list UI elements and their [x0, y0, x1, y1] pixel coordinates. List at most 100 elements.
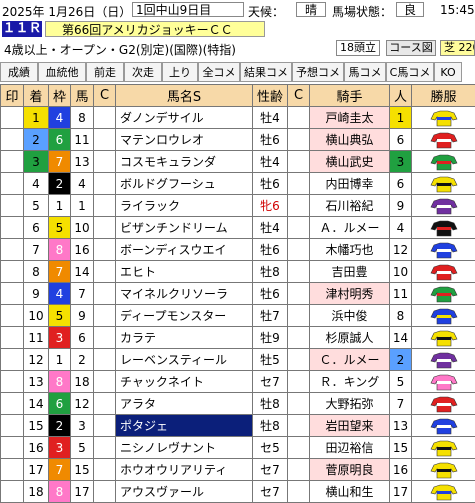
gate-cell: 3	[49, 437, 71, 459]
horse-number-cell: 10	[71, 217, 94, 239]
horse-name-cell[interactable]: ディープモンスター	[116, 305, 253, 327]
weather-value: 晴	[296, 2, 326, 17]
horse-name-cell[interactable]: コスモキュランダ	[116, 151, 253, 173]
c2-cell	[288, 415, 310, 437]
sex-age-cell: セ7	[253, 459, 288, 481]
column-header-8[interactable]: 騎手	[310, 85, 390, 107]
table-row[interactable]: 1059ディープモンスター牡7浜中俊8	[1, 305, 475, 327]
table-row[interactable]: 6510ビザンチンドリーム牡4Ａ．ルメー4	[1, 217, 475, 239]
table-row[interactable]: 3713コスモキュランダ牡4横山武史3	[1, 151, 475, 173]
silk-cell	[412, 239, 475, 261]
popularity-cell: 15	[390, 437, 412, 459]
table-row[interactable]: 1523ポタジェ牡8岩田望来13	[1, 415, 475, 437]
jockey-cell: 木幡巧也	[310, 239, 390, 261]
horse-name-cell[interactable]: ポタジェ	[116, 415, 253, 437]
column-header-3[interactable]: 馬	[71, 85, 94, 107]
meeting-select[interactable]: 1回中山9日目	[132, 2, 244, 17]
table-row[interactable]: 13818チャックネイトセ7Ｒ．キング5	[1, 371, 475, 393]
tab-4[interactable]: 上り	[162, 62, 198, 82]
tab-1[interactable]: 血統他	[38, 62, 86, 82]
table-row[interactable]: 947マイネルクリソーラ牡6津村明秀11	[1, 283, 475, 305]
horse-name-cell[interactable]: アラタ	[116, 393, 253, 415]
horse-name-cell[interactable]: ボルドグフーシュ	[116, 173, 253, 195]
tab-3[interactable]: 次走	[124, 62, 162, 82]
course-map-button[interactable]: コース図	[386, 40, 436, 56]
column-header-6[interactable]: 性齢	[253, 85, 288, 107]
gate-cell: 1	[49, 349, 71, 371]
table-row[interactable]: 1635ニシノレヴナントセ5田辺裕信15	[1, 437, 475, 459]
column-header-5[interactable]: 馬名S	[116, 85, 253, 107]
finish-cell: 14	[24, 393, 49, 415]
table-row[interactable]: 17715ホウオウリアリティセ7菅原明良16	[1, 459, 475, 481]
silk-icon	[430, 219, 458, 237]
sex-age-cell: 牡9	[253, 327, 288, 349]
column-header-1[interactable]: 着	[24, 85, 49, 107]
horse-number-cell: 3	[71, 415, 94, 437]
tab-5[interactable]: 全コメ	[198, 62, 240, 82]
c-cell	[94, 151, 116, 173]
horse-name-cell[interactable]: ダノンデサイル	[116, 107, 253, 129]
silk-cell	[412, 459, 475, 481]
column-header-10[interactable]: 勝服	[412, 85, 475, 107]
c2-cell	[288, 107, 310, 129]
race-conditions: 4歳以上・オープン・G2(別定)(国際)(特指)	[4, 41, 236, 58]
table-row[interactable]: 14612アラタ牡8大野拓弥7	[1, 393, 475, 415]
tab-10[interactable]: KO	[434, 62, 462, 82]
popularity-cell: 10	[390, 261, 412, 283]
tab-9[interactable]: C馬コメ	[386, 62, 434, 82]
horse-name-cell[interactable]: エヒト	[116, 261, 253, 283]
tab-8[interactable]: 馬コメ	[344, 62, 386, 82]
post-time: 15:45	[440, 3, 475, 17]
header-bar: 2025年 1月26日（日） 1回中山9日目 天候： 晴 馬場状態： 良 15:…	[0, 0, 475, 20]
silk-icon	[430, 307, 458, 325]
tab-7[interactable]: 予想コメ	[292, 62, 344, 82]
horse-name-cell[interactable]: カラテ	[116, 327, 253, 349]
table-row[interactable]: 1212レーベンスティール牡5Ｃ．ルメー2	[1, 349, 475, 371]
horse-name-cell[interactable]: ニシノレヴナント	[116, 437, 253, 459]
silk-icon	[430, 197, 458, 215]
table-row[interactable]: 8714エヒト牡8吉田豊10	[1, 261, 475, 283]
tab-6[interactable]: 結果コメ	[240, 62, 292, 82]
gate-cell: 7	[49, 261, 71, 283]
table-row[interactable]: 7816ボーンディスウエイ牡6木幡巧也12	[1, 239, 475, 261]
table-row[interactable]: 2611マテンロウレオ牡6横山典弘6	[1, 129, 475, 151]
column-header-7[interactable]: C	[288, 85, 310, 107]
popularity-cell: 3	[390, 151, 412, 173]
silk-cell	[412, 415, 475, 437]
table-row[interactable]: 1136カラテ牡9杉原誠人14	[1, 327, 475, 349]
tab-0[interactable]: 成績	[0, 62, 38, 82]
horse-name-cell[interactable]: ライラック	[116, 195, 253, 217]
horse-name-cell[interactable]: マテンロウレオ	[116, 129, 253, 151]
gate-cell: 7	[49, 459, 71, 481]
horse-name-cell[interactable]: チャックネイト	[116, 371, 253, 393]
horse-name-cell[interactable]: ボーンディスウエイ	[116, 239, 253, 261]
column-header-9[interactable]: 人	[390, 85, 412, 107]
tab-2[interactable]: 前走	[86, 62, 124, 82]
horse-name-cell[interactable]: ビザンチンドリーム	[116, 217, 253, 239]
race-number[interactable]: １１Ｒ	[2, 21, 42, 37]
silk-cell	[412, 283, 475, 305]
gate-cell: 1	[49, 195, 71, 217]
table-row[interactable]: 511ライラック牝6石川裕紀9	[1, 195, 475, 217]
c2-cell	[288, 305, 310, 327]
sex-age-cell: 牡5	[253, 349, 288, 371]
table-row[interactable]: 148ダノンデサイル牡4戸崎圭太1	[1, 107, 475, 129]
track-value: 良	[396, 2, 424, 17]
silk-icon	[430, 131, 458, 149]
mark-cell	[1, 129, 24, 151]
mark-cell	[1, 437, 24, 459]
sex-age-cell: 牡4	[253, 151, 288, 173]
table-row[interactable]: 424ボルドグフーシュ牡6内田博幸6	[1, 173, 475, 195]
column-header-0[interactable]: 印	[1, 85, 24, 107]
horse-name-cell[interactable]: ホウオウリアリティ	[116, 459, 253, 481]
race-conditions-bar: 4歳以上・オープン・G2(別定)(国際)(特指) 18頭立 コース図 芝 220…	[0, 38, 475, 58]
gate-cell: 2	[49, 415, 71, 437]
horse-name-cell[interactable]: レーベンスティール	[116, 349, 253, 371]
silk-cell	[412, 151, 475, 173]
horse-name-cell[interactable]: マイネルクリソーラ	[116, 283, 253, 305]
c2-cell	[288, 349, 310, 371]
column-header-2[interactable]: 枠	[49, 85, 71, 107]
gate-cell: 3	[49, 327, 71, 349]
silk-icon	[430, 263, 458, 281]
column-header-4[interactable]: C	[94, 85, 116, 107]
